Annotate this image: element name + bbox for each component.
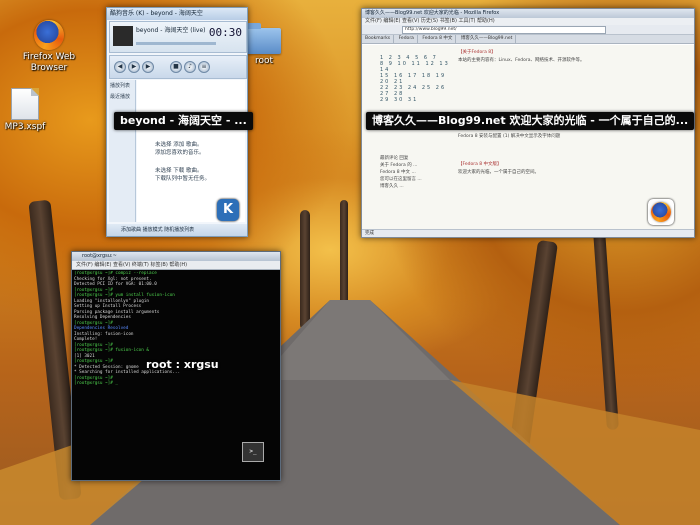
now-playing-display: beyond - 海阔天空 (live) 00:30 bbox=[109, 21, 247, 53]
desktop-icon-label: MP3.xspf bbox=[4, 122, 46, 132]
menu-bar[interactable]: 文件(F) 编辑(E) 查看(V) 历史(S) 书签(B) 工具(T) 帮助(H… bbox=[362, 18, 694, 25]
calendar-week[interactable]: 22 23 24 25 26 27 28 bbox=[380, 85, 450, 97]
tab-bookmarks[interactable]: Bookmarks bbox=[362, 35, 395, 43]
menu-bar[interactable]: 文件(F) 编辑(E) 查看(V) 终端(T) 标签(B) 帮助(H) bbox=[72, 261, 280, 270]
desktop-icon-firefox[interactable]: Firefox Web Browser bbox=[14, 20, 84, 74]
player-bottom-bar[interactable]: 添加歌曲 播放模式 随机播放列表 bbox=[107, 224, 247, 236]
tab-fedora[interactable]: Fedora bbox=[396, 35, 418, 43]
tab-blog99[interactable]: 博客久久——Blog99.net bbox=[458, 35, 517, 43]
window-titlebar[interactable]: 酷狗音乐 (K) - beyond - 海阔天空 bbox=[107, 8, 247, 20]
firefox-icon bbox=[34, 20, 64, 50]
calendar-week[interactable]: 29 30 31 bbox=[380, 97, 450, 103]
firefox-app-icon bbox=[648, 199, 674, 225]
calendar-week[interactable]: 8 9 10 11 12 13 14 bbox=[380, 61, 450, 73]
window-caption-terminal: root : xrgsu bbox=[146, 358, 219, 371]
list-item[interactable]: 博客久久 ... bbox=[380, 183, 450, 190]
mode-button[interactable]: ≡ bbox=[198, 61, 210, 73]
calendar-week[interactable]: 15 16 17 18 19 20 21 bbox=[380, 73, 450, 85]
firefox-icon bbox=[651, 202, 671, 222]
list-item: 添加您喜欢的音乐。 bbox=[155, 150, 205, 156]
play-time: 00:30 bbox=[208, 26, 242, 39]
navigation-toolbar: http://www.blog99.net/ bbox=[362, 25, 694, 35]
album-art bbox=[113, 26, 133, 46]
track-title: beyond - 海阔天空 (live) bbox=[136, 27, 206, 34]
window-titlebar[interactable]: 博客久久——Blog99.net 欢迎大家的光临 - Mozilla Firef… bbox=[362, 9, 694, 18]
folder-icon bbox=[247, 23, 281, 54]
desktop-icon-mp3-playlist[interactable]: MP3.xspf bbox=[0, 88, 60, 133]
list-item: 未选择 下载 歌曲。 bbox=[155, 168, 203, 174]
window-caption-browser: 博客久久——Blog99.net 欢迎大家的光临 - 一个属于自己的... bbox=[366, 112, 695, 130]
list-item: 下载队列中暂无任务。 bbox=[155, 176, 211, 182]
list-item[interactable]: 您可以在这里留言 ... bbox=[380, 176, 450, 183]
player-sidebar: 播放列表 最近播放 bbox=[109, 80, 136, 222]
section-heading: 【关于Fedora 8】 bbox=[458, 50, 496, 55]
sidebar-comments: 最新评论 回复 关于 Fedora 的 ... Fedora 8 中文 ... … bbox=[380, 155, 450, 190]
article-link[interactable]: Fedora 8 安装与配置 (1) 解决中文显示及字体问题 bbox=[458, 133, 684, 141]
window-titlebar[interactable]: root@xrgsu:~ bbox=[72, 252, 280, 261]
sidebar-item-playlist[interactable]: 播放列表 bbox=[109, 80, 135, 91]
status-bar: 完成 bbox=[362, 229, 694, 237]
paragraph: 欢迎大家的光临，一个属于自己的空间。 bbox=[458, 170, 539, 175]
list-item[interactable]: Fedora 8 中文 ... bbox=[380, 169, 450, 176]
list-item: 未选择 添加 歌曲。 bbox=[155, 142, 203, 148]
stop-button[interactable]: ■ bbox=[170, 61, 182, 73]
paragraph: 本站的主要内容有：Linux、Fedora、网络技术、开源软件等。 bbox=[458, 58, 585, 63]
player-controls: ◀ ▶ ▶ ■ ♪ ≡ bbox=[109, 55, 247, 79]
sidebar-item-recent[interactable]: 最近播放 bbox=[109, 91, 135, 102]
terminal-app-icon: >_ bbox=[242, 442, 264, 462]
tab-fedora-chinese[interactable]: Fedora 8 中文 bbox=[419, 35, 457, 43]
section-heading: 【Fedora 8 中文版】 bbox=[458, 162, 502, 167]
window-caption-player: beyond - 海阔天空 - ... bbox=[114, 112, 253, 130]
desktop-icon-label: Firefox Web Browser bbox=[22, 52, 76, 73]
list-item[interactable]: 关于 Fedora 的 ... bbox=[380, 162, 450, 169]
terminal-line: [root@xrgsu ~]# _ bbox=[74, 381, 118, 386]
seek-bar[interactable] bbox=[136, 42, 216, 45]
file-icon bbox=[11, 88, 39, 120]
kugou-app-icon: K bbox=[217, 199, 239, 221]
url-bar[interactable]: http://www.blog99.net/ bbox=[402, 26, 606, 34]
tab-bar: Bookmarks Fedora Fedora 8 中文 博客久久——Blog9… bbox=[362, 35, 694, 44]
play-button[interactable]: ▶ bbox=[128, 61, 140, 73]
volume-button[interactable]: ♪ bbox=[184, 61, 196, 73]
page-content: 1 2 3 4 5 6 7 8 9 10 11 12 13 14 15 16 1… bbox=[362, 45, 694, 229]
list-item[interactable]: 最新评论 回复 bbox=[380, 155, 450, 162]
next-button[interactable]: ▶ bbox=[142, 61, 154, 73]
previous-button[interactable]: ◀ bbox=[114, 61, 126, 73]
calendar-widget: 1 2 3 4 5 6 7 8 9 10 11 12 13 14 15 16 1… bbox=[380, 55, 450, 103]
